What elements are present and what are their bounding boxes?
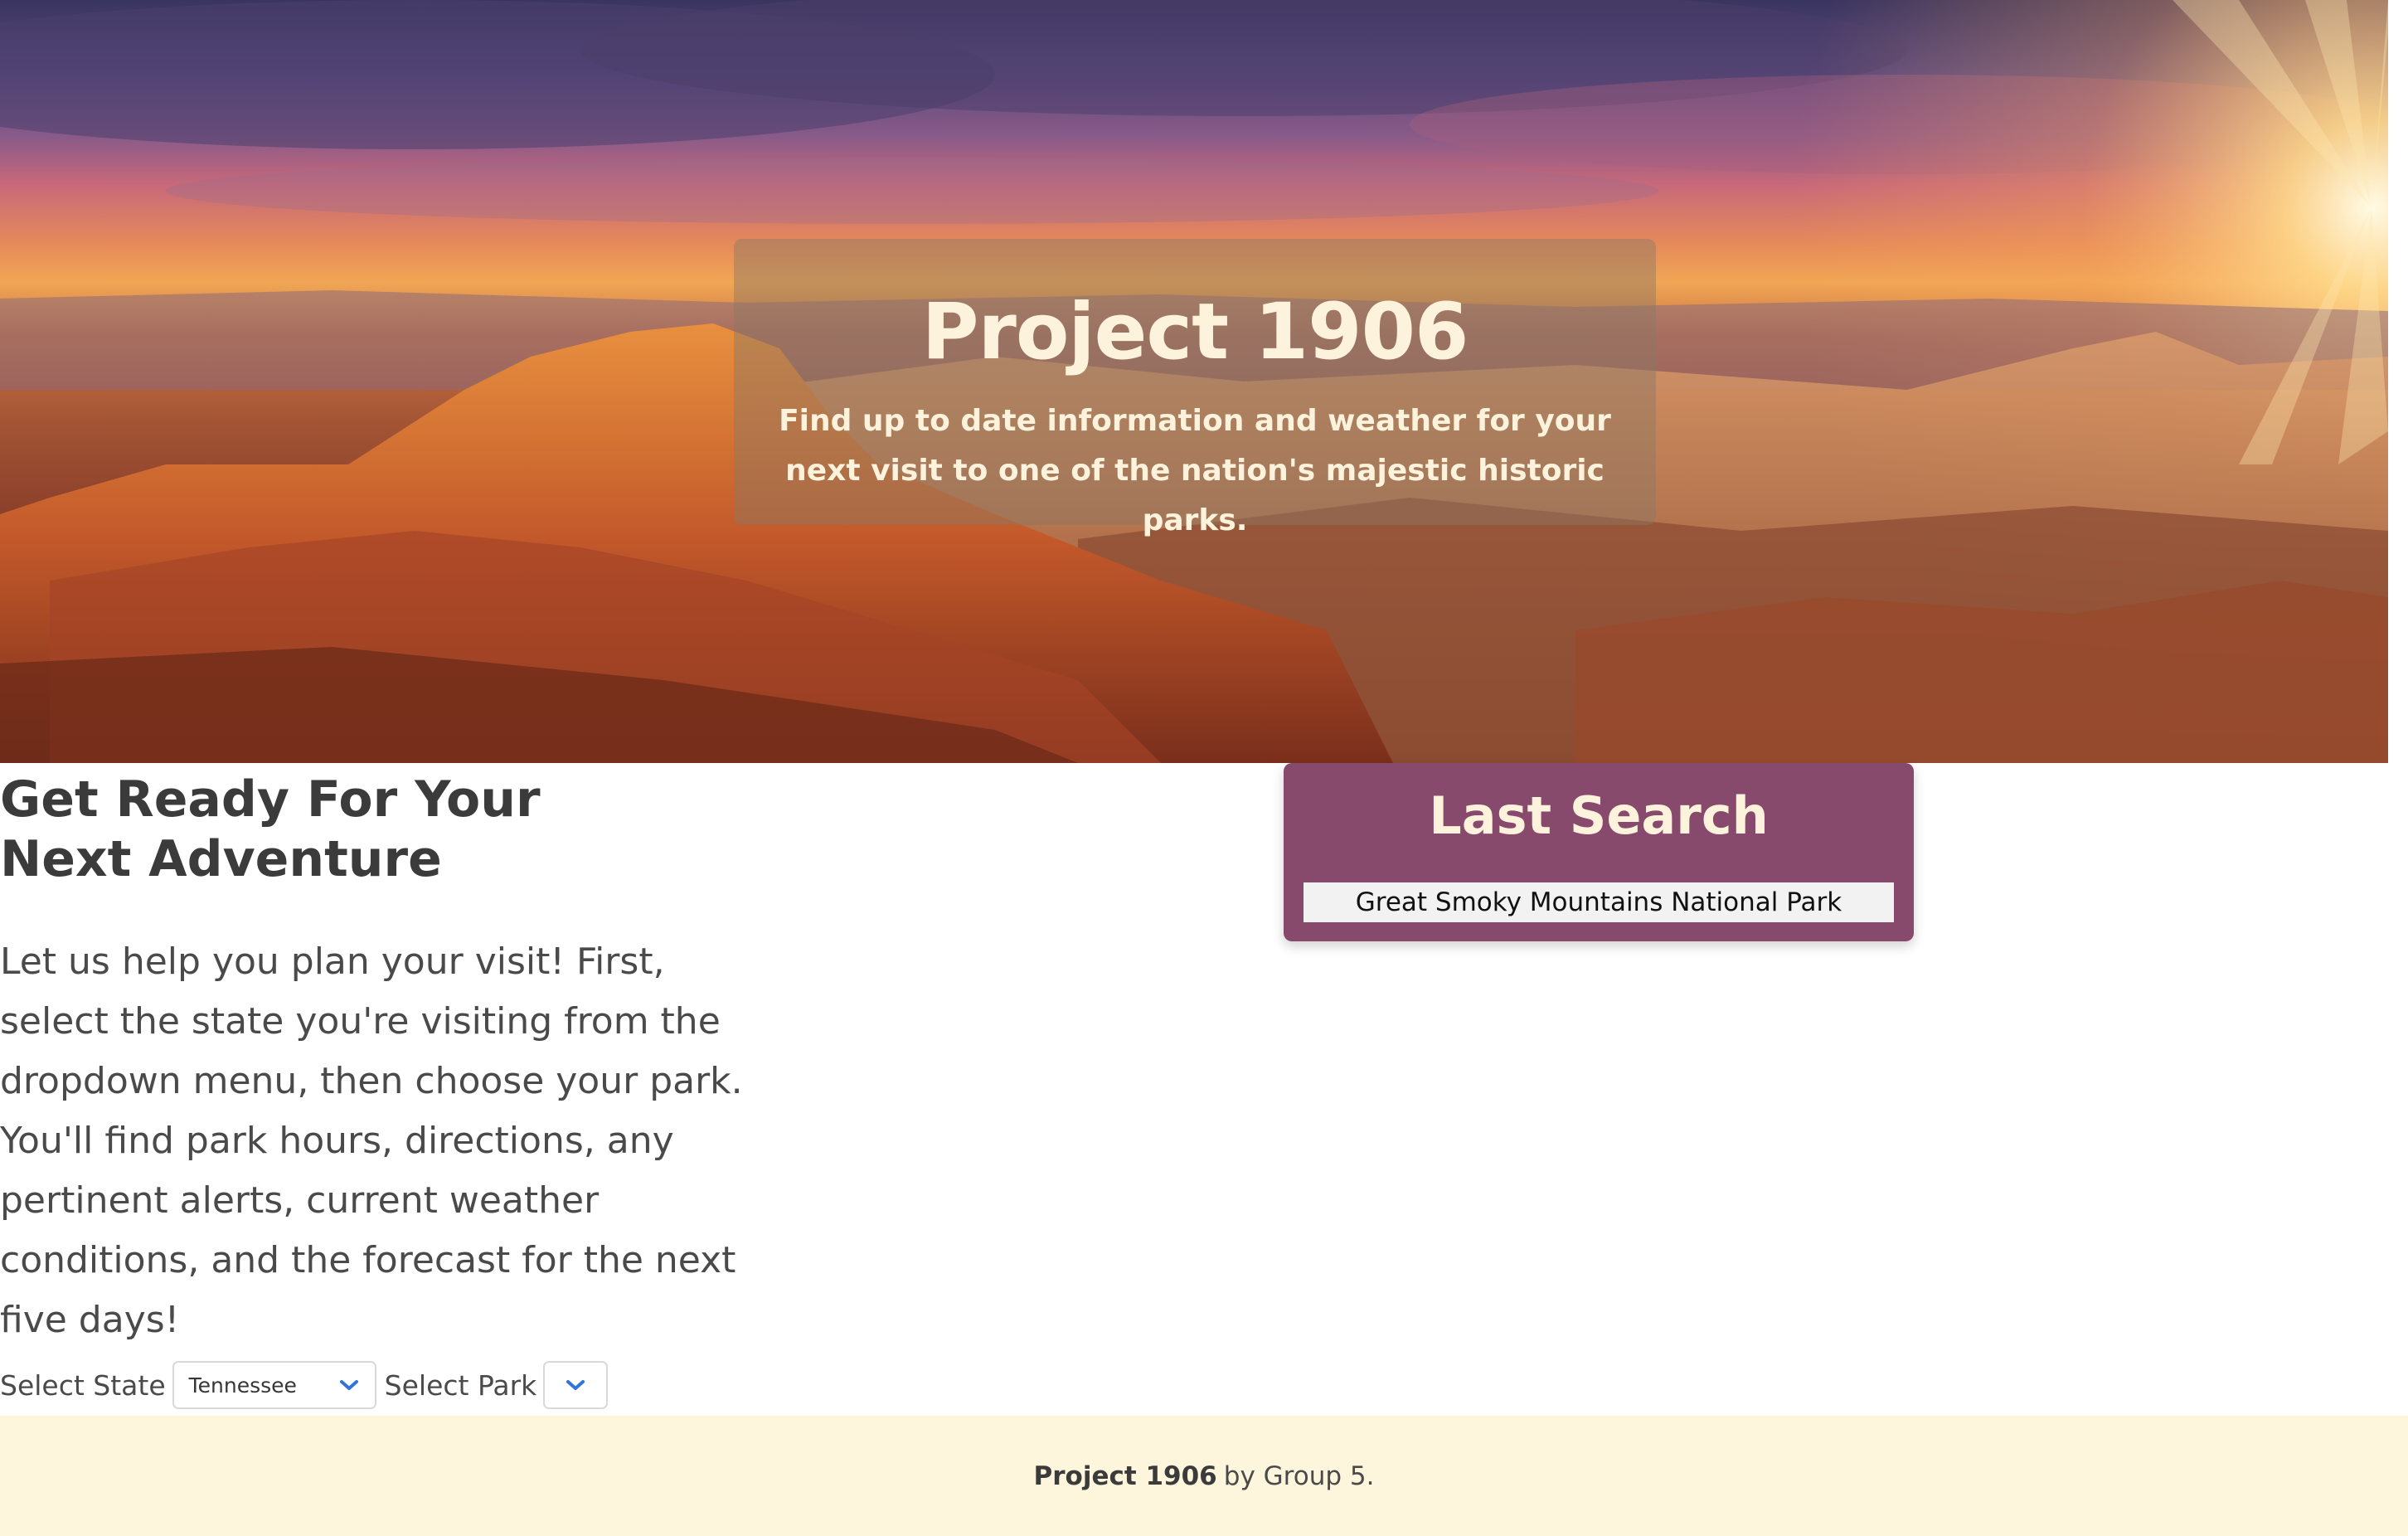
last-search-item[interactable]: Great Smoky Mountains National Park (1304, 882, 1894, 922)
chevron-down-icon (339, 1380, 358, 1390)
park-selectors: Select State Tennessee Select Park (0, 1360, 616, 1410)
footer-text: by Group 5. (1223, 1461, 1375, 1491)
intro-text: Let us help you plan your visit! First, … (0, 941, 743, 1341)
footer-brand: Project 1906 (1033, 1461, 1217, 1491)
hero-banner: Project 1906 Find up to date information… (0, 0, 2388, 763)
state-select[interactable]: Tennessee (172, 1361, 376, 1409)
hero-title: Project 1906 (921, 287, 1469, 377)
hero-text-box: Project 1906 Find up to date information… (734, 239, 1656, 537)
state-select-value: Tennessee (188, 1373, 297, 1397)
page: Project 1906 Find up to date information… (0, 0, 2408, 1536)
select-park-label: Select Park (384, 1368, 537, 1402)
footer: Project 1906 by Group 5. (0, 1416, 2408, 1536)
chevron-down-icon (566, 1380, 585, 1390)
intro-section: Get Ready For Your Next Adventure Let us… (0, 763, 779, 1350)
last-search-title: Last Search (1429, 785, 1769, 846)
select-state-label: Select State (0, 1368, 166, 1402)
last-search-card: Last Search Great Smoky Mountains Nation… (1284, 763, 1914, 941)
intro-heading: Get Ready For Your Next Adventure (0, 770, 541, 888)
park-select[interactable] (543, 1361, 609, 1409)
hero-subtitle: Find up to date information and weather … (779, 404, 1611, 537)
